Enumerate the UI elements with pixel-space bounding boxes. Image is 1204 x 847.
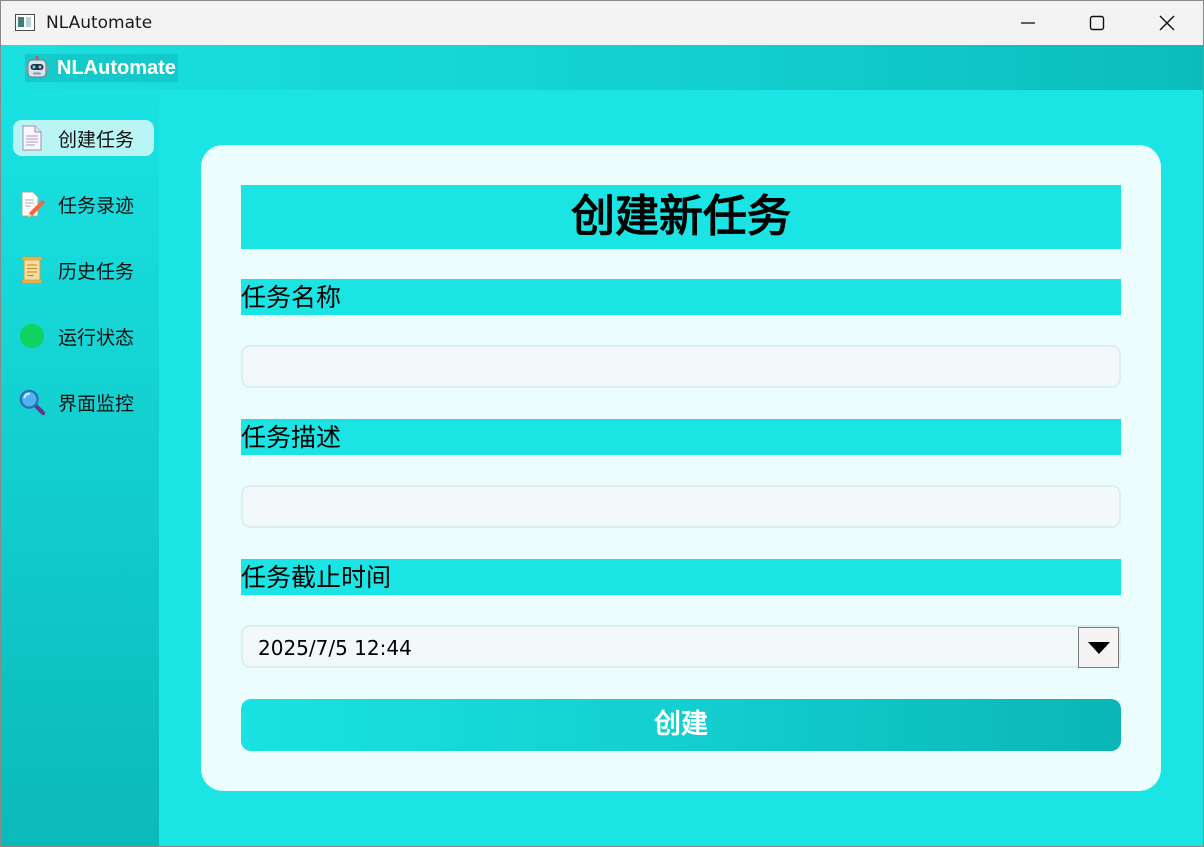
create-button[interactable]: 创建 — [241, 699, 1121, 751]
sidebar-item-label: 历史任务 — [58, 260, 135, 283]
create-task-card: 创建新任务 任务名称 任务描述 任务截止时间 2025/7/5 12:44 创建 — [201, 145, 1161, 791]
scroll-icon — [19, 256, 45, 284]
robot-icon — [25, 56, 49, 78]
title-bar: NLAutomate — [1, 1, 1203, 45]
sidebar-item-label: 界面监控 — [58, 392, 135, 415]
app-window: NLAutomate NLAutomate 创建任务 任务录迹 历史任务 运行状… — [0, 0, 1204, 847]
close-button[interactable] — [1144, 1, 1190, 45]
deadline-value: 2025/7/5 12:44 — [258, 636, 412, 660]
app-header: NLAutomate — [1, 45, 1203, 90]
sidebar-item-label: 创建任务 — [58, 128, 135, 151]
minimize-button[interactable] — [1005, 1, 1051, 45]
task-deadline-label: 任务截止时间 — [241, 559, 1121, 595]
maximize-icon — [1089, 15, 1105, 31]
sidebar-item-ui-monitor[interactable]: 界面监控 — [13, 384, 154, 420]
document-icon — [19, 125, 45, 151]
sidebar: 创建任务 任务录迹 历史任务 运行状态 界面监控 — [1, 90, 159, 846]
deadline-dropdown-button[interactable] — [1078, 627, 1119, 668]
green-circle-icon — [19, 323, 45, 349]
task-description-input[interactable] — [241, 485, 1121, 528]
sidebar-item-task-record[interactable]: 任务录迹 — [13, 186, 154, 222]
sidebar-item-label: 运行状态 — [58, 326, 135, 349]
pencil-document-icon — [19, 191, 45, 217]
app-window-icon — [15, 14, 35, 31]
page-title: 创建新任务 — [241, 185, 1121, 249]
window-title: NLAutomate — [46, 13, 153, 33]
maximize-button[interactable] — [1074, 1, 1120, 45]
close-icon — [1159, 15, 1175, 31]
task-name-label: 任务名称 — [241, 279, 1121, 315]
brand-name: NLAutomate — [57, 56, 176, 79]
sidebar-item-create-task[interactable]: 创建任务 — [13, 120, 154, 156]
brand: NLAutomate — [25, 54, 178, 82]
sidebar-item-label: 任务录迹 — [58, 194, 135, 217]
task-description-label: 任务描述 — [241, 419, 1121, 455]
sidebar-item-run-status[interactable]: 运行状态 — [13, 318, 154, 354]
chevron-down-icon — [1087, 641, 1110, 654]
task-name-input[interactable] — [241, 345, 1121, 388]
magnifier-icon — [19, 389, 45, 416]
minimize-icon — [1021, 22, 1035, 24]
task-deadline-picker[interactable]: 2025/7/5 12:44 — [241, 625, 1121, 668]
sidebar-item-history[interactable]: 历史任务 — [13, 252, 154, 288]
